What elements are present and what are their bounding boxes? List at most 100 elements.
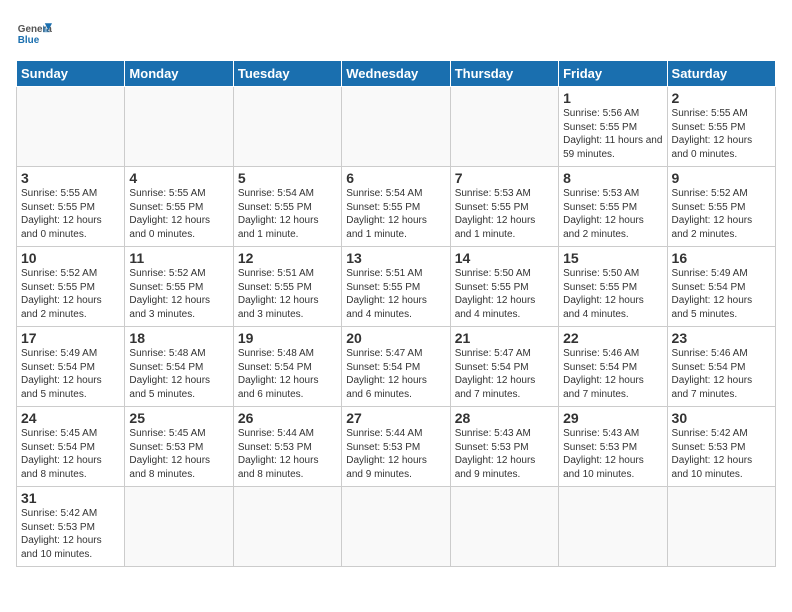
calendar-day-cell	[233, 487, 341, 567]
day-info: Sunrise: 5:53 AM Sunset: 5:55 PM Dayligh…	[563, 187, 662, 241]
day-number: 26	[238, 410, 337, 426]
calendar-day-cell: 24Sunrise: 5:45 AM Sunset: 5:54 PM Dayli…	[17, 407, 125, 487]
calendar-day-cell: 9Sunrise: 5:52 AM Sunset: 5:55 PM Daylig…	[667, 167, 775, 247]
day-number: 24	[21, 410, 120, 426]
day-number: 8	[563, 170, 662, 186]
logo-icon: General Blue	[16, 16, 52, 52]
day-number: 14	[455, 250, 554, 266]
day-number: 4	[129, 170, 228, 186]
day-info: Sunrise: 5:42 AM Sunset: 5:53 PM Dayligh…	[672, 427, 771, 481]
weekday-header-thursday: Thursday	[450, 61, 558, 87]
calendar-day-cell: 28Sunrise: 5:43 AM Sunset: 5:53 PM Dayli…	[450, 407, 558, 487]
day-info: Sunrise: 5:52 AM Sunset: 5:55 PM Dayligh…	[129, 267, 228, 321]
day-info: Sunrise: 5:43 AM Sunset: 5:53 PM Dayligh…	[563, 427, 662, 481]
day-info: Sunrise: 5:47 AM Sunset: 5:54 PM Dayligh…	[346, 347, 445, 401]
day-number: 20	[346, 330, 445, 346]
day-number: 9	[672, 170, 771, 186]
calendar-day-cell: 3Sunrise: 5:55 AM Sunset: 5:55 PM Daylig…	[17, 167, 125, 247]
day-number: 13	[346, 250, 445, 266]
day-number: 12	[238, 250, 337, 266]
calendar-day-cell	[125, 487, 233, 567]
calendar-day-cell: 23Sunrise: 5:46 AM Sunset: 5:54 PM Dayli…	[667, 327, 775, 407]
calendar-day-cell: 10Sunrise: 5:52 AM Sunset: 5:55 PM Dayli…	[17, 247, 125, 327]
day-info: Sunrise: 5:49 AM Sunset: 5:54 PM Dayligh…	[21, 347, 120, 401]
day-number: 27	[346, 410, 445, 426]
logo: General Blue	[16, 16, 52, 52]
day-info: Sunrise: 5:42 AM Sunset: 5:53 PM Dayligh…	[21, 507, 120, 561]
calendar-day-cell	[342, 87, 450, 167]
weekday-header-saturday: Saturday	[667, 61, 775, 87]
calendar-day-cell	[125, 87, 233, 167]
day-number: 25	[129, 410, 228, 426]
page-header: General Blue	[16, 16, 776, 52]
calendar-day-cell: 15Sunrise: 5:50 AM Sunset: 5:55 PM Dayli…	[559, 247, 667, 327]
weekday-header-monday: Monday	[125, 61, 233, 87]
calendar-day-cell: 18Sunrise: 5:48 AM Sunset: 5:54 PM Dayli…	[125, 327, 233, 407]
calendar-day-cell: 29Sunrise: 5:43 AM Sunset: 5:53 PM Dayli…	[559, 407, 667, 487]
day-number: 30	[672, 410, 771, 426]
day-number: 23	[672, 330, 771, 346]
calendar-week-row: 1Sunrise: 5:56 AM Sunset: 5:55 PM Daylig…	[17, 87, 776, 167]
calendar-day-cell: 26Sunrise: 5:44 AM Sunset: 5:53 PM Dayli…	[233, 407, 341, 487]
day-number: 2	[672, 90, 771, 106]
day-number: 18	[129, 330, 228, 346]
day-info: Sunrise: 5:55 AM Sunset: 5:55 PM Dayligh…	[672, 107, 771, 161]
calendar-day-cell: 13Sunrise: 5:51 AM Sunset: 5:55 PM Dayli…	[342, 247, 450, 327]
calendar-week-row: 17Sunrise: 5:49 AM Sunset: 5:54 PM Dayli…	[17, 327, 776, 407]
day-info: Sunrise: 5:50 AM Sunset: 5:55 PM Dayligh…	[563, 267, 662, 321]
day-info: Sunrise: 5:44 AM Sunset: 5:53 PM Dayligh…	[346, 427, 445, 481]
day-info: Sunrise: 5:52 AM Sunset: 5:55 PM Dayligh…	[21, 267, 120, 321]
day-info: Sunrise: 5:48 AM Sunset: 5:54 PM Dayligh…	[238, 347, 337, 401]
day-number: 22	[563, 330, 662, 346]
calendar-day-cell: 20Sunrise: 5:47 AM Sunset: 5:54 PM Dayli…	[342, 327, 450, 407]
calendar-table: SundayMondayTuesdayWednesdayThursdayFrid…	[16, 60, 776, 567]
day-number: 31	[21, 490, 120, 506]
calendar-week-row: 31Sunrise: 5:42 AM Sunset: 5:53 PM Dayli…	[17, 487, 776, 567]
calendar-day-cell: 27Sunrise: 5:44 AM Sunset: 5:53 PM Dayli…	[342, 407, 450, 487]
weekday-header-tuesday: Tuesday	[233, 61, 341, 87]
calendar-day-cell: 4Sunrise: 5:55 AM Sunset: 5:55 PM Daylig…	[125, 167, 233, 247]
calendar-body: 1Sunrise: 5:56 AM Sunset: 5:55 PM Daylig…	[17, 87, 776, 567]
calendar-week-row: 10Sunrise: 5:52 AM Sunset: 5:55 PM Dayli…	[17, 247, 776, 327]
day-number: 28	[455, 410, 554, 426]
day-info: Sunrise: 5:51 AM Sunset: 5:55 PM Dayligh…	[346, 267, 445, 321]
calendar-day-cell: 21Sunrise: 5:47 AM Sunset: 5:54 PM Dayli…	[450, 327, 558, 407]
calendar-day-cell: 6Sunrise: 5:54 AM Sunset: 5:55 PM Daylig…	[342, 167, 450, 247]
day-number: 16	[672, 250, 771, 266]
day-info: Sunrise: 5:52 AM Sunset: 5:55 PM Dayligh…	[672, 187, 771, 241]
day-info: Sunrise: 5:51 AM Sunset: 5:55 PM Dayligh…	[238, 267, 337, 321]
calendar-day-cell: 17Sunrise: 5:49 AM Sunset: 5:54 PM Dayli…	[17, 327, 125, 407]
calendar-week-row: 24Sunrise: 5:45 AM Sunset: 5:54 PM Dayli…	[17, 407, 776, 487]
calendar-day-cell: 30Sunrise: 5:42 AM Sunset: 5:53 PM Dayli…	[667, 407, 775, 487]
calendar-day-cell: 8Sunrise: 5:53 AM Sunset: 5:55 PM Daylig…	[559, 167, 667, 247]
day-number: 29	[563, 410, 662, 426]
weekday-header-row: SundayMondayTuesdayWednesdayThursdayFrid…	[17, 61, 776, 87]
day-info: Sunrise: 5:55 AM Sunset: 5:55 PM Dayligh…	[21, 187, 120, 241]
weekday-header-friday: Friday	[559, 61, 667, 87]
day-number: 11	[129, 250, 228, 266]
calendar-day-cell	[342, 487, 450, 567]
day-info: Sunrise: 5:46 AM Sunset: 5:54 PM Dayligh…	[563, 347, 662, 401]
day-number: 5	[238, 170, 337, 186]
calendar-day-cell: 19Sunrise: 5:48 AM Sunset: 5:54 PM Dayli…	[233, 327, 341, 407]
day-number: 21	[455, 330, 554, 346]
day-info: Sunrise: 5:44 AM Sunset: 5:53 PM Dayligh…	[238, 427, 337, 481]
day-info: Sunrise: 5:54 AM Sunset: 5:55 PM Dayligh…	[346, 187, 445, 241]
day-info: Sunrise: 5:45 AM Sunset: 5:54 PM Dayligh…	[21, 427, 120, 481]
day-info: Sunrise: 5:49 AM Sunset: 5:54 PM Dayligh…	[672, 267, 771, 321]
calendar-day-cell	[17, 87, 125, 167]
calendar-day-cell: 1Sunrise: 5:56 AM Sunset: 5:55 PM Daylig…	[559, 87, 667, 167]
calendar-day-cell: 25Sunrise: 5:45 AM Sunset: 5:53 PM Dayli…	[125, 407, 233, 487]
day-info: Sunrise: 5:54 AM Sunset: 5:55 PM Dayligh…	[238, 187, 337, 241]
svg-text:Blue: Blue	[18, 35, 40, 46]
calendar-day-cell: 16Sunrise: 5:49 AM Sunset: 5:54 PM Dayli…	[667, 247, 775, 327]
day-number: 17	[21, 330, 120, 346]
calendar-day-cell: 11Sunrise: 5:52 AM Sunset: 5:55 PM Dayli…	[125, 247, 233, 327]
calendar-day-cell: 5Sunrise: 5:54 AM Sunset: 5:55 PM Daylig…	[233, 167, 341, 247]
day-info: Sunrise: 5:56 AM Sunset: 5:55 PM Dayligh…	[563, 107, 662, 161]
calendar-week-row: 3Sunrise: 5:55 AM Sunset: 5:55 PM Daylig…	[17, 167, 776, 247]
calendar-day-cell	[667, 487, 775, 567]
day-info: Sunrise: 5:55 AM Sunset: 5:55 PM Dayligh…	[129, 187, 228, 241]
day-info: Sunrise: 5:47 AM Sunset: 5:54 PM Dayligh…	[455, 347, 554, 401]
calendar-day-cell	[233, 87, 341, 167]
